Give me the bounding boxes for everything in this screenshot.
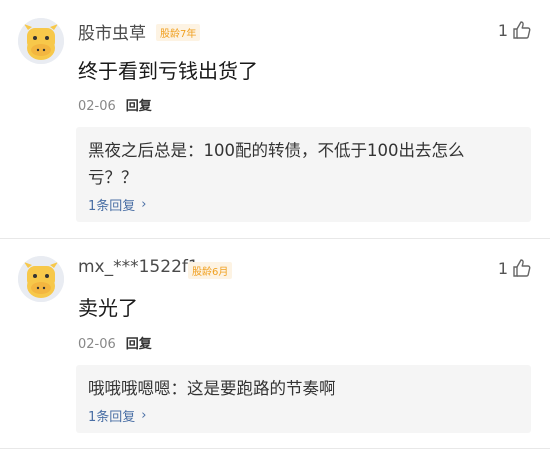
- comment-meta: 02-06 回复: [78, 333, 152, 352]
- reply-count: 1条回复: [88, 199, 136, 214]
- comment-date: 02-06: [78, 337, 116, 352]
- username[interactable]: 股市虫草: [78, 19, 146, 44]
- username[interactable]: mx_***1522f1: [78, 257, 199, 277]
- reply-preview[interactable]: 黑夜之后总是：100配的转债，不低于100出去怎么 亏？？ 1条回复 ›: [76, 127, 531, 222]
- reply-preview[interactable]: 哦哦哦嗯嗯：这是要跑路的节奏啊 1条回复 ›: [76, 365, 531, 433]
- age-badge: 股龄6月: [188, 262, 233, 279]
- avatar[interactable]: [18, 18, 64, 64]
- reply-count-link[interactable]: 1条回复 ›: [88, 195, 517, 214]
- comment-content: 卖光了: [78, 296, 138, 320]
- thumbs-up-icon: [513, 259, 531, 277]
- comment-date: 02-06: [78, 99, 116, 114]
- reply-text: 哦哦哦嗯嗯：这是要跑路的节奏啊: [88, 375, 517, 402]
- cow-avatar-icon: [18, 256, 64, 302]
- reply-count-link[interactable]: 1条回复 ›: [88, 406, 517, 425]
- reply-line: 亏？？: [88, 168, 138, 187]
- age-badge: 股龄7年: [156, 24, 201, 41]
- reply-button[interactable]: 回复: [126, 99, 152, 114]
- reply-text: 黑夜之后总是：100配的转债，不低于100出去怎么 亏？？: [88, 137, 517, 191]
- avatar[interactable]: [18, 256, 64, 302]
- like-button[interactable]: 1: [498, 258, 532, 278]
- cow-avatar-icon: [18, 18, 64, 64]
- reply-line: 哦哦哦嗯嗯：这是要跑路的节奏啊: [88, 379, 336, 398]
- divider: [0, 448, 550, 449]
- like-count: 1: [497, 258, 508, 278]
- like-count: 1: [497, 20, 508, 40]
- chevron-right-icon: ›: [141, 408, 147, 423]
- chevron-right-icon: ›: [141, 197, 147, 212]
- comment-content: 终于看到亏钱出货了: [78, 59, 258, 83]
- thumbs-up-icon: [513, 21, 531, 39]
- reply-line: 黑夜之后总是：100配的转债，不低于100出去怎么: [88, 141, 465, 160]
- comment-meta: 02-06 回复: [78, 95, 152, 114]
- reply-button[interactable]: 回复: [126, 337, 152, 352]
- comment-item: mx_***1522f1 股龄6月 1 卖光了 02-06 回复 哦哦哦嗯嗯：这是…: [0, 238, 550, 454]
- reply-count: 1条回复: [88, 410, 136, 425]
- comment-item: 股市虫草 股龄7年 1 终于看到亏钱出货了 02-06 回复 黑夜之后总是：100…: [0, 0, 550, 238]
- like-button[interactable]: 1: [498, 20, 532, 40]
